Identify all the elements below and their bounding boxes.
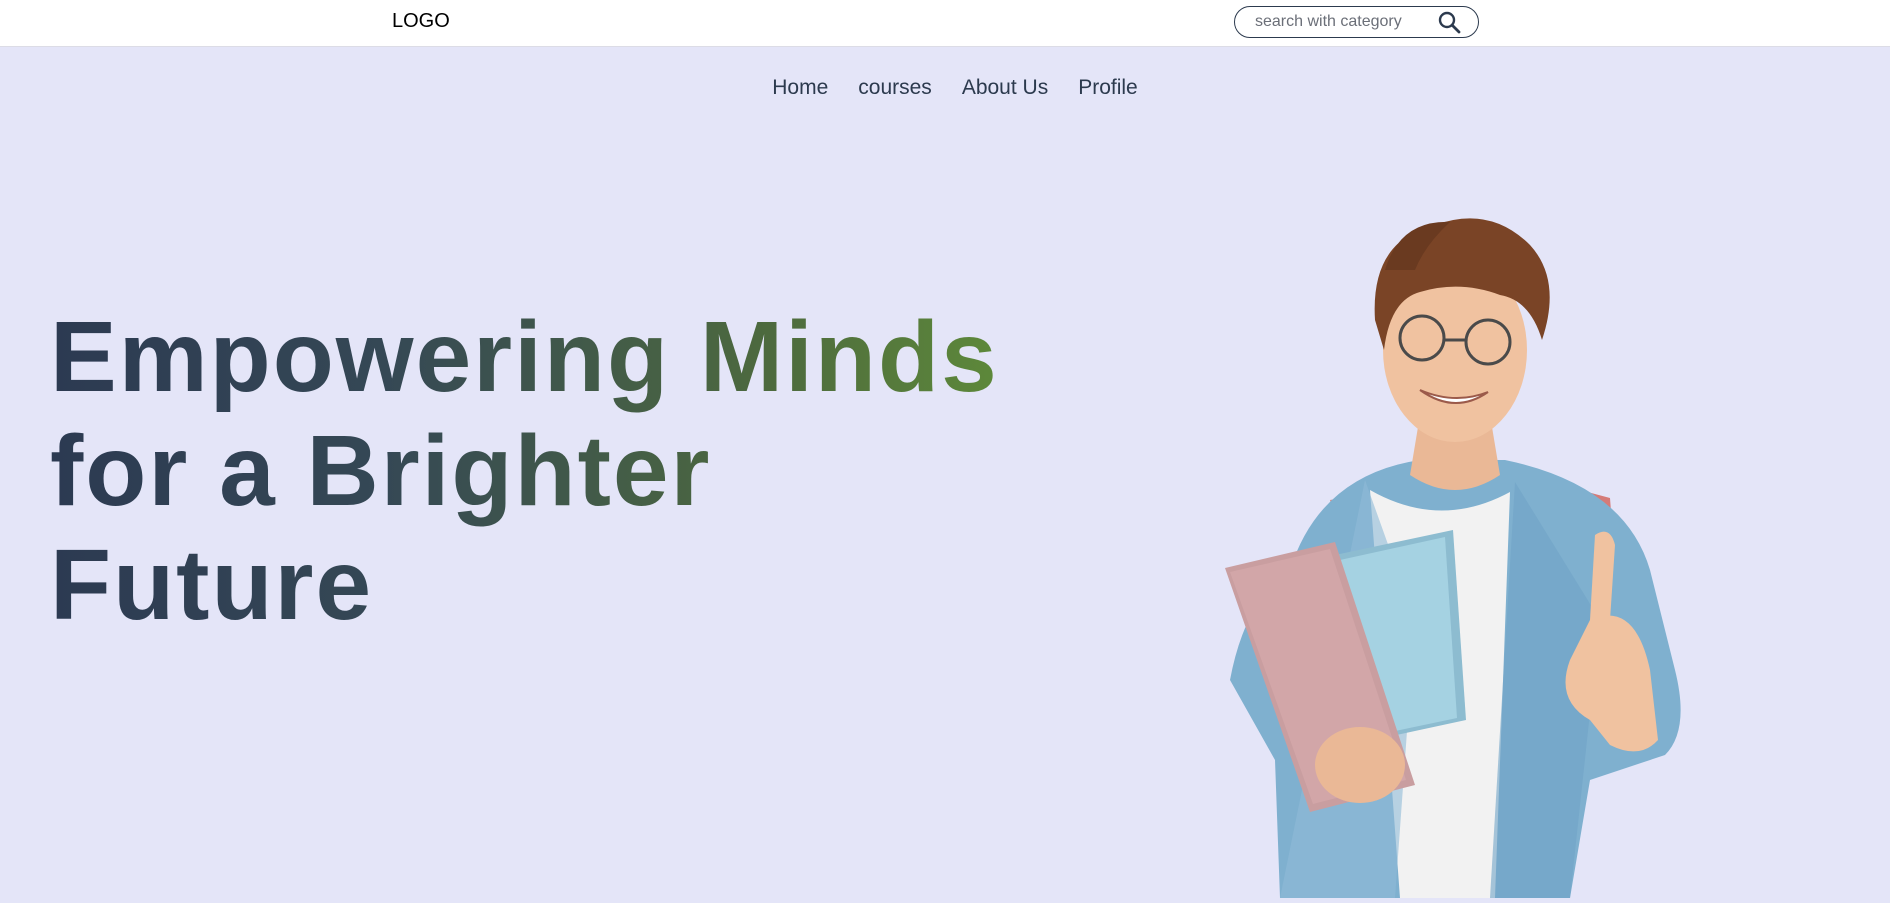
- hero-title: Empowering Minds for a Brighter Future: [50, 300, 1010, 642]
- nav-about-us[interactable]: About Us: [962, 76, 1048, 100]
- search-input[interactable]: [1255, 12, 1430, 32]
- nav-profile[interactable]: Profile: [1078, 76, 1138, 100]
- hero-student-image: [1170, 200, 1760, 898]
- logo[interactable]: LOGO: [392, 10, 450, 33]
- nav-home[interactable]: Home: [772, 76, 828, 100]
- nav-courses[interactable]: courses: [858, 76, 932, 100]
- search-box[interactable]: [1234, 6, 1479, 38]
- main-nav: Home courses About Us Profile: [0, 76, 1890, 100]
- top-bar: LOGO: [0, 0, 1890, 47]
- search-icon[interactable]: [1436, 10, 1464, 34]
